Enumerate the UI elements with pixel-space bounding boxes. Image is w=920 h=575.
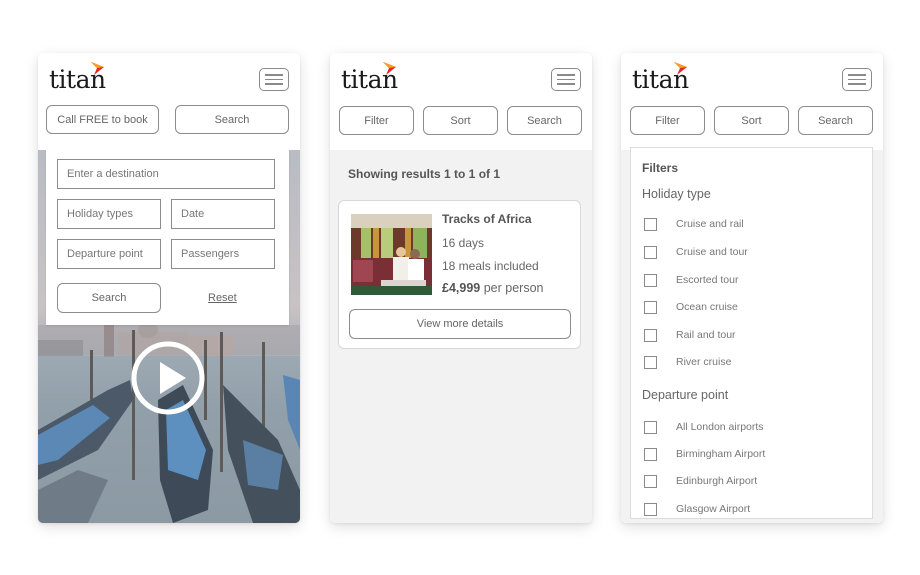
- checkbox[interactable]: [644, 245, 657, 259]
- checkbox[interactable]: [644, 420, 657, 434]
- menu-line: [557, 78, 575, 81]
- checkbox[interactable]: [644, 217, 657, 231]
- menu-line: [557, 83, 575, 85]
- search-form: Enter a destination Holiday types Date D…: [46, 150, 289, 325]
- call-free-button[interactable]: Call FREE to book: [46, 105, 159, 134]
- menu-line: [848, 83, 866, 85]
- results-screen: titan Filter Sort Search Showing results…: [330, 53, 592, 523]
- option-label: Escorted tour: [676, 274, 739, 286]
- option-label: River cruise: [676, 356, 732, 368]
- titan-logo[interactable]: titan: [49, 62, 111, 94]
- filter-option-escorted-tour[interactable]: Escorted tour: [644, 273, 738, 287]
- filter-option-cruise-and-tour[interactable]: Cruise and tour: [644, 245, 748, 259]
- view-more-details-button[interactable]: View more details: [349, 309, 571, 339]
- filters-screen: titan Filter Sort Search Filters Holiday…: [621, 53, 883, 523]
- filter-option-all-london-airports[interactable]: All London airports: [644, 420, 764, 434]
- hamburger-menu-button[interactable]: [842, 68, 872, 91]
- filter-option-birmingham-airport[interactable]: Birmingham Airport: [644, 447, 765, 461]
- logo-flag-icon: [674, 62, 687, 75]
- filter-option-rail-and-tour[interactable]: Rail and tour: [644, 328, 736, 342]
- checkbox[interactable]: [644, 355, 657, 369]
- filter-button[interactable]: Filter: [339, 106, 414, 135]
- option-label: All London airports: [676, 421, 764, 433]
- filter-button[interactable]: Filter: [630, 106, 705, 135]
- train-interior-image: [351, 214, 432, 295]
- price-suffix: per person: [483, 281, 544, 295]
- header: titan Filter Sort Search: [621, 53, 883, 150]
- hero-video[interactable]: Enter a destination Holiday types Date D…: [38, 150, 300, 523]
- tour-title[interactable]: Tracks of Africa: [442, 212, 532, 226]
- search-screen: titan Call FREE to book Search Enter a d…: [38, 53, 300, 523]
- option-label: Edinburgh Airport: [676, 475, 758, 487]
- checkbox[interactable]: [644, 502, 657, 516]
- header: titan Filter Sort Search: [330, 53, 592, 150]
- results-area: Showing results 1 to 1 of 1 Tracks of Af…: [330, 150, 592, 523]
- tour-duration: 16 days: [442, 236, 485, 250]
- hamburger-menu-button[interactable]: [551, 68, 581, 91]
- date-input[interactable]: Date: [171, 199, 275, 229]
- search-submit-button[interactable]: Search: [57, 283, 161, 313]
- sort-button[interactable]: Sort: [423, 106, 498, 135]
- option-label: Cruise and tour: [676, 246, 748, 258]
- tour-meals: 18 meals included: [442, 259, 539, 273]
- hamburger-menu-button[interactable]: [259, 68, 289, 91]
- checkbox[interactable]: [644, 447, 657, 461]
- menu-line: [848, 78, 866, 81]
- option-label: Rail and tour: [676, 329, 736, 341]
- menu-line: [265, 74, 283, 76]
- logo-flag-icon: [91, 62, 104, 75]
- search-toggle-button[interactable]: Search: [175, 105, 289, 134]
- reset-link[interactable]: Reset: [208, 292, 237, 304]
- play-circle-icon[interactable]: [130, 340, 206, 416]
- filters-title: Filters: [642, 161, 679, 175]
- logo-flag-icon: [383, 62, 396, 75]
- filter-panel: Filters Holiday type Cruise and rail Cru…: [630, 147, 873, 519]
- checkbox[interactable]: [644, 300, 657, 314]
- checkbox[interactable]: [644, 273, 657, 287]
- titan-logo[interactable]: titan: [341, 62, 403, 94]
- holiday-type-heading: Holiday type: [642, 187, 711, 201]
- price-amount: £4,999: [442, 281, 481, 295]
- destination-input[interactable]: Enter a destination: [57, 159, 275, 189]
- filter-option-cruise-and-rail[interactable]: Cruise and rail: [644, 217, 744, 231]
- tour-thumbnail[interactable]: [351, 214, 432, 295]
- search-button[interactable]: Search: [798, 106, 873, 135]
- option-label: Cruise and rail: [676, 218, 744, 230]
- tour-price: £4,999 per person: [442, 281, 543, 295]
- menu-line: [557, 74, 575, 76]
- checkbox[interactable]: [644, 474, 657, 488]
- menu-line: [265, 78, 283, 81]
- option-label: Glasgow Airport: [676, 503, 751, 515]
- results-summary: Showing results 1 to 1 of 1: [348, 167, 501, 181]
- filter-option-glasgow-airport[interactable]: Glasgow Airport: [644, 502, 750, 516]
- menu-line: [848, 74, 866, 76]
- passengers-select[interactable]: Passengers: [171, 239, 275, 269]
- titan-logo[interactable]: titan: [632, 62, 694, 94]
- checkbox[interactable]: [644, 328, 657, 342]
- departure-point-heading: Departure point: [642, 388, 729, 402]
- departure-point-select[interactable]: Departure point: [57, 239, 161, 269]
- option-label: Ocean cruise: [676, 301, 738, 313]
- sort-button[interactable]: Sort: [714, 106, 789, 135]
- search-button[interactable]: Search: [507, 106, 582, 135]
- filter-option-ocean-cruise[interactable]: Ocean cruise: [644, 300, 738, 314]
- header: titan Call FREE to book Search: [38, 53, 300, 150]
- menu-line: [265, 83, 283, 85]
- holiday-types-select[interactable]: Holiday types: [57, 199, 161, 229]
- result-card[interactable]: Tracks of Africa 16 days 18 meals includ…: [338, 200, 581, 349]
- filter-option-edinburgh-airport[interactable]: Edinburgh Airport: [644, 474, 757, 488]
- filter-option-river-cruise[interactable]: River cruise: [644, 355, 731, 369]
- option-label: Birmingham Airport: [676, 448, 766, 460]
